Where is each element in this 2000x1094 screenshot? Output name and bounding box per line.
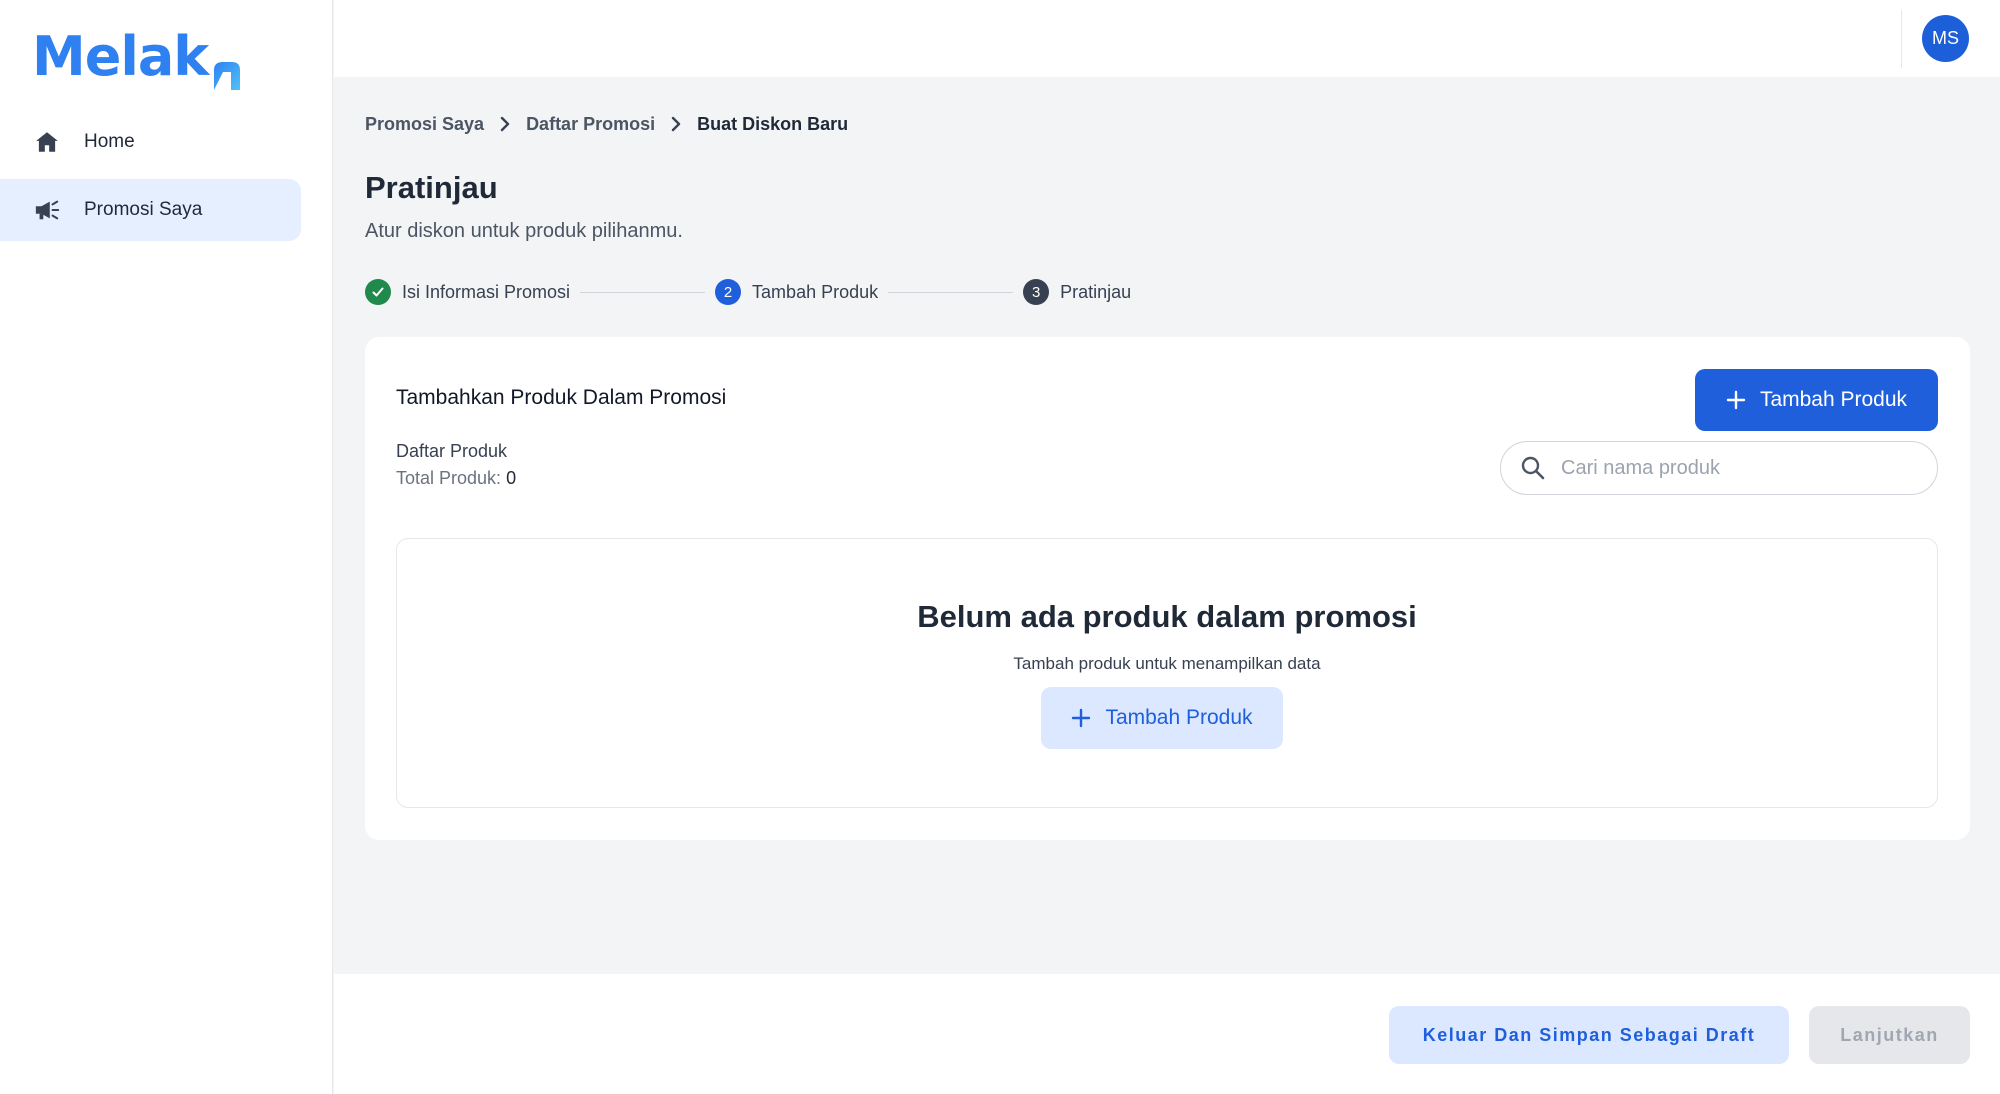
breadcrumb-item-daftar-promosi[interactable]: Daftar Promosi [526, 114, 655, 135]
check-icon [365, 279, 391, 305]
home-icon [34, 129, 60, 155]
product-total: Total Produk: 0 [396, 468, 516, 489]
chevron-right-icon [484, 116, 526, 132]
sidebar: Melak Home Promosi Saya [0, 0, 333, 1094]
step-pratinjau: 3 Pratinjau [1023, 279, 1131, 305]
step-label: Pratinjau [1060, 281, 1132, 302]
add-product-button[interactable]: Tambah Produk [1695, 369, 1938, 431]
continue-button[interactable]: Lanjutkan [1809, 1006, 1970, 1064]
product-total-label: Total Produk: [396, 468, 507, 488]
product-list-title: Daftar Produk [396, 441, 508, 461]
save-draft-button[interactable]: Keluar Dan Simpan Sebagai Draft [1389, 1006, 1789, 1064]
brand-logo-mark [210, 42, 244, 90]
product-card: Tambahkan Produk Dalam Promosi Tambah Pr… [365, 337, 1970, 840]
step-connector [888, 291, 1014, 293]
add-product-button-label: Tambah Produk [1759, 388, 1908, 411]
product-total-count: 0 [506, 468, 517, 488]
plus-icon [1726, 390, 1746, 410]
sidebar-item-label: Promosi Saya [84, 199, 203, 220]
step-connector [580, 291, 706, 293]
breadcrumb: Promosi Saya Daftar Promosi Buat Diskon … [365, 111, 848, 137]
empty-state-subtitle: Tambah produk untuk menampilkan data [1013, 654, 1321, 673]
empty-add-product-button-label: Tambah Produk [1105, 706, 1253, 729]
breadcrumb-item-promosi-saya[interactable]: Promosi Saya [365, 114, 484, 135]
empty-state: Belum ada produk dalam promosi Tambah pr… [396, 538, 1938, 808]
empty-state-title: Belum ada produk dalam promosi [917, 599, 1417, 634]
progress-stepper: Isi Informasi Promosi 2 Tambah Produk 3 … [365, 279, 1131, 305]
empty-add-product-button[interactable]: Tambah Produk [1041, 687, 1283, 749]
sidebar-item-home[interactable]: Home [0, 111, 301, 173]
user-avatar[interactable]: MS [1922, 15, 1969, 62]
page-title: Pratinjau [365, 170, 498, 205]
brand-logo-text: Melak [32, 24, 209, 88]
top-bar: MS [334, 0, 2000, 77]
step-number: 3 [1023, 279, 1050, 305]
search-icon [1519, 454, 1547, 482]
page-subtitle: Atur diskon untuk produk pilihanmu. [365, 220, 683, 242]
breadcrumb-item-current: Buat Diskon Baru [697, 113, 849, 134]
bottom-action-bar: Keluar Dan Simpan Sebagai Draft Lanjutka… [334, 974, 2000, 1094]
topbar-divider [1901, 10, 1902, 68]
step-number: 2 [715, 279, 742, 305]
product-search[interactable] [1500, 441, 1938, 495]
sidebar-item-promosi-saya[interactable]: Promosi Saya [0, 179, 301, 241]
brand-logo[interactable]: Melak [32, 24, 244, 90]
step-tambah-produk: 2 Tambah Produk [715, 279, 878, 305]
step-label: Isi Informasi Promosi [402, 281, 571, 302]
step-isi-informasi-promosi: Isi Informasi Promosi [365, 279, 570, 305]
step-label: Tambah Produk [752, 281, 879, 302]
sidebar-item-label: Home [84, 131, 135, 152]
plus-icon [1071, 708, 1091, 728]
card-title: Tambahkan Produk Dalam Promosi [396, 386, 727, 409]
search-input[interactable] [1561, 456, 1891, 480]
megaphone-icon [34, 197, 60, 223]
chevron-right-icon [655, 116, 697, 132]
